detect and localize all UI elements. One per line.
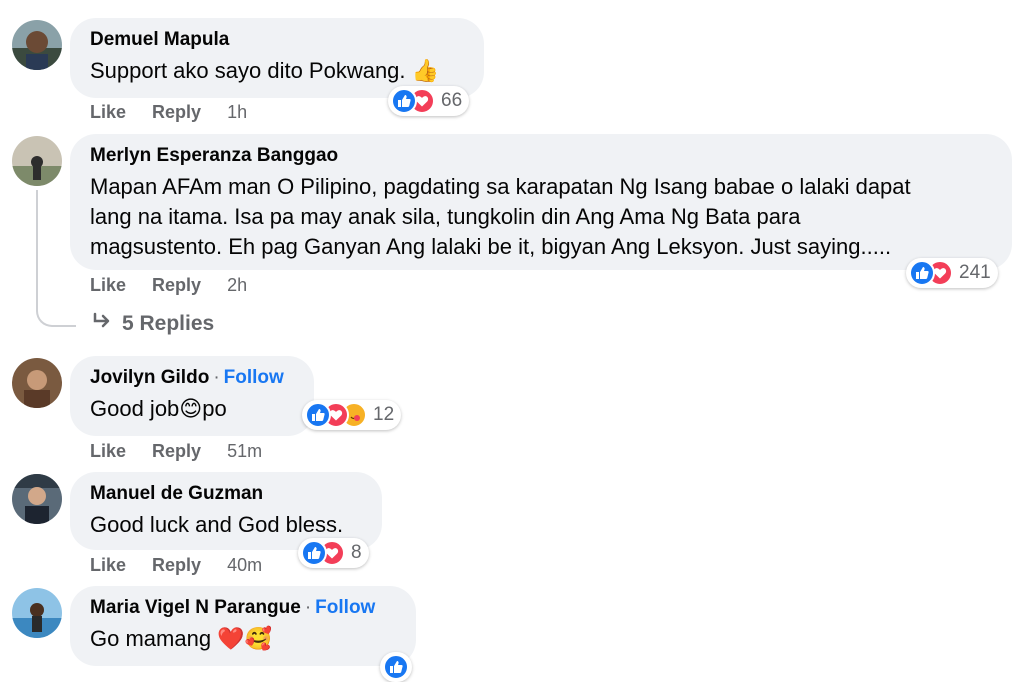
comment-text: Go mamang ❤️🥰 [90, 626, 272, 651]
reaction-count: 8 [351, 542, 362, 563]
comment-text: Good luck and God bless. [90, 512, 344, 537]
comment-actions: Like Reply 1h [90, 102, 247, 123]
smile-emoji: 😊 [179, 396, 203, 421]
reply-button[interactable]: Reply [152, 555, 201, 576]
commenter-name[interactable]: Manuel de Guzman [90, 482, 362, 506]
reaction-count: 66 [441, 90, 463, 111]
reply-button[interactable]: Reply [152, 441, 201, 462]
reply-arrow-icon [92, 312, 112, 336]
follow-button[interactable]: Follow [315, 597, 375, 618]
commenter-name-row: Jovilyn Gildo · Follow [90, 367, 284, 388]
reaction-count: 12 [373, 404, 395, 425]
reaction-summary[interactable]: 241 [906, 258, 998, 288]
like-button[interactable]: Like [90, 555, 126, 576]
thumbs-up-emoji: 👍 [411, 58, 440, 83]
avatar[interactable] [12, 20, 62, 70]
comment-actions: Like Reply 40m [90, 555, 262, 576]
commenter-name-row: Maria Vigel N Parangue · Follow [90, 597, 376, 618]
comment-timestamp[interactable]: 2h [227, 275, 247, 296]
comment-bubble: Maria Vigel N Parangue · Follow Go mamang … [70, 586, 416, 666]
comment-timestamp[interactable]: 1h [227, 102, 247, 123]
comment-text: Mapan AFAm man O Pilipino, pagdating sa … [90, 174, 911, 259]
reaction-count: 241 [959, 262, 991, 283]
comment-timestamp[interactable]: 40m [227, 555, 262, 576]
comment-actions: Like Reply 51m [90, 441, 262, 462]
reaction-summary[interactable]: 8 [298, 538, 369, 568]
follow-button[interactable]: Follow [224, 367, 284, 388]
avatar[interactable] [12, 474, 62, 524]
like-icon [391, 88, 417, 114]
like-button[interactable]: Like [90, 275, 126, 296]
commenter-name[interactable]: Maria Vigel N Parangue [90, 597, 301, 618]
comment-text: Good job😊po [90, 396, 227, 421]
reaction-summary[interactable]: 12 [302, 400, 402, 430]
comment-bubble: Merlyn Esperanza Banggao Mapan AFAm man … [70, 134, 1012, 270]
view-replies-button[interactable]: 5 Replies [92, 312, 214, 336]
like-icon [301, 540, 327, 566]
like-button[interactable]: Like [90, 102, 126, 123]
reply-button[interactable]: Reply [152, 275, 201, 296]
comment-actions: Like Reply 2h [90, 275, 247, 296]
heart-smile-emoji: ❤️🥰 [217, 626, 272, 651]
commenter-name[interactable]: Demuel Mapula [90, 28, 464, 52]
avatar[interactable] [12, 358, 62, 408]
replies-label: 5 Replies [122, 312, 215, 335]
comment-bubble: Jovilyn Gildo · Follow Good job😊po [70, 356, 314, 436]
reaction-summary[interactable] [380, 652, 412, 682]
like-icon [909, 260, 935, 286]
avatar[interactable] [12, 136, 62, 186]
comment-text: Support ako sayo dito Pokwang. 👍 [90, 58, 440, 83]
reply-button[interactable]: Reply [152, 102, 201, 123]
like-icon [305, 402, 331, 428]
like-button[interactable]: Like [90, 441, 126, 462]
comment-timestamp[interactable]: 51m [227, 441, 262, 462]
reaction-summary[interactable]: 66 [388, 86, 470, 116]
commenter-name[interactable]: Jovilyn Gildo [90, 367, 209, 388]
avatar[interactable] [12, 588, 62, 638]
commenter-name[interactable]: Merlyn Esperanza Banggao [90, 144, 992, 168]
like-icon [383, 654, 409, 680]
